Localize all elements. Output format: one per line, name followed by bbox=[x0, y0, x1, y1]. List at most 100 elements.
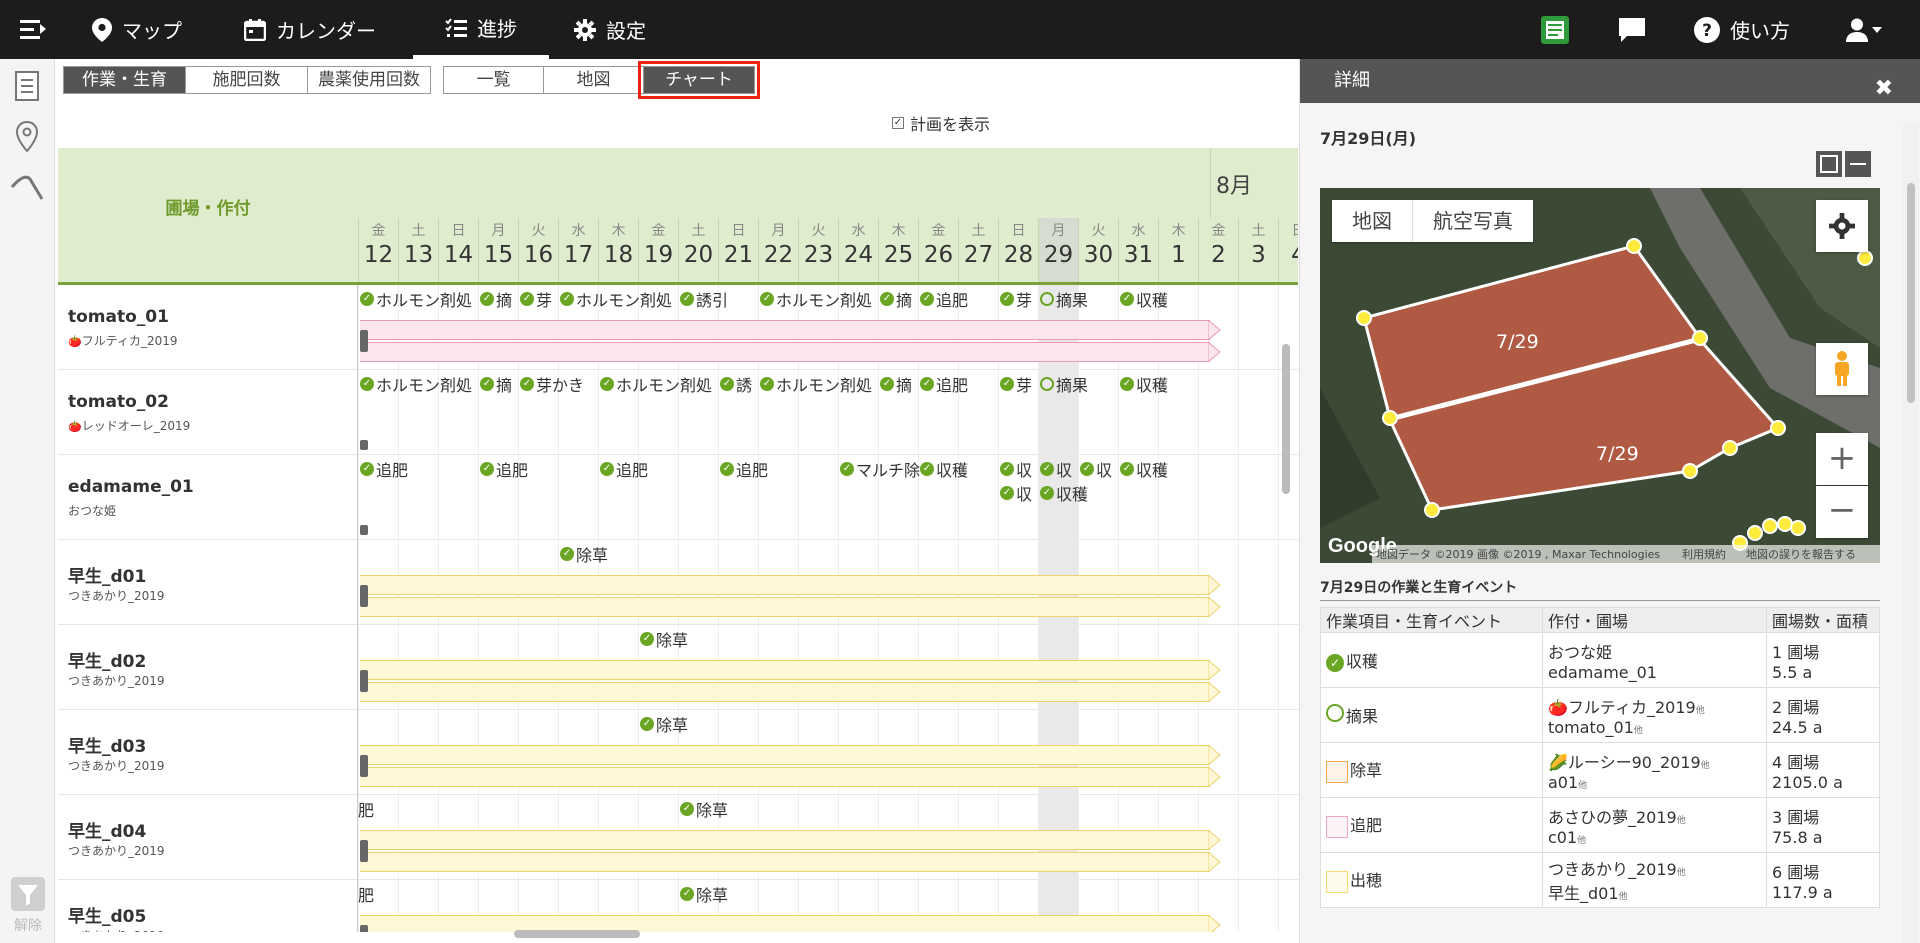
plan-bar[interactable] bbox=[360, 767, 1210, 787]
date-column-header[interactable]: 金 19 bbox=[638, 218, 678, 282]
chart-vertical-scrollbar[interactable] bbox=[1282, 344, 1290, 494]
drag-handle[interactable] bbox=[360, 440, 368, 450]
event-item[interactable]: ✓ 収穫 bbox=[1120, 459, 1240, 479]
event-item[interactable]: ✓ ホルモン剤処 bbox=[560, 289, 680, 309]
event-item[interactable]: 摘果 bbox=[1040, 374, 1120, 394]
event-item[interactable]: ✓ 芽かき bbox=[520, 374, 600, 394]
event-item[interactable]: ✓ 除草 bbox=[640, 629, 760, 649]
date-column-header[interactable]: 水 17 bbox=[558, 218, 598, 282]
map-report-link[interactable]: 地図の誤りを報告する bbox=[1746, 547, 1856, 561]
date-column-header[interactable]: 日 14 bbox=[438, 218, 478, 282]
event-item[interactable]: ✓ 除草 bbox=[560, 544, 680, 564]
location-pin-icon[interactable] bbox=[15, 121, 39, 153]
event-item[interactable]: ✓ 除草 bbox=[680, 884, 800, 904]
chart-horizontal-scrollbar[interactable] bbox=[514, 930, 640, 938]
event-item[interactable]: ✓ ホルモン剤処 bbox=[760, 374, 880, 394]
date-column-header[interactable]: 土 20 bbox=[678, 218, 718, 282]
event-item[interactable]: ✓ 除草 bbox=[680, 799, 800, 819]
tab-work-growth[interactable]: 作業・生育 bbox=[64, 67, 186, 93]
event-item[interactable]: ✓ 追肥 bbox=[920, 374, 1000, 394]
event-item[interactable]: ✓ 芽 bbox=[520, 289, 560, 309]
event-item[interactable]: ✓ 誘 bbox=[720, 374, 760, 394]
field-cell[interactable]: tomato_01 🍅フルティカ_2019 bbox=[58, 285, 358, 370]
nav-progress[interactable]: 進捗 bbox=[413, 0, 549, 59]
list-view-icon[interactable] bbox=[15, 71, 39, 101]
plan-bar[interactable] bbox=[360, 852, 1210, 872]
drag-handle[interactable] bbox=[360, 670, 368, 692]
event-item[interactable]: ✓ 追肥 bbox=[360, 459, 480, 479]
date-column-header[interactable]: 木 25 bbox=[878, 218, 918, 282]
event-item[interactable]: ✓ 収穫 bbox=[1040, 483, 1160, 503]
map-terms-link[interactable]: 利用規約 bbox=[1682, 547, 1726, 561]
event-row[interactable]: ✓ 収穫 おつな姫 edamame_01 1 圃場 5.5 a bbox=[1320, 632, 1880, 688]
field-cell[interactable]: 早生_d04 つきあかり_2019 bbox=[58, 795, 358, 880]
event-item[interactable]: 肥 bbox=[358, 884, 378, 904]
field-cell[interactable]: 早生_d01 つきあかり_2019 bbox=[58, 540, 358, 625]
date-column-header[interactable]: 木1 bbox=[1158, 218, 1198, 282]
event-item[interactable]: ✓ 摘 bbox=[480, 374, 520, 394]
date-column-header[interactable]: 土3 bbox=[1238, 218, 1278, 282]
date-column-header[interactable]: 水 31 bbox=[1118, 218, 1158, 282]
event-item[interactable]: ✓ 摘 bbox=[880, 289, 920, 309]
field-cell[interactable]: 早生_d02 つきあかり_2019 bbox=[58, 625, 358, 710]
event-item[interactable]: ✓ 収 bbox=[1000, 483, 1040, 503]
plan-bar[interactable] bbox=[360, 660, 1210, 680]
event-item[interactable]: ✓ 除草 bbox=[640, 714, 760, 734]
date-column-header[interactable]: 金 12 bbox=[358, 218, 398, 282]
date-column-header[interactable]: 月 29 bbox=[1038, 218, 1078, 282]
field-cell[interactable]: 早生_d03 つきあかり_2019 bbox=[58, 710, 358, 795]
drag-handle[interactable] bbox=[360, 840, 368, 862]
zoom-in-button[interactable]: + bbox=[1816, 433, 1868, 485]
event-item[interactable]: ✓ 追肥 bbox=[600, 459, 720, 479]
map-type-map[interactable]: 地図 bbox=[1332, 200, 1413, 242]
tab-fertilizer-count[interactable]: 施肥回数 bbox=[186, 67, 308, 93]
plan-bar[interactable] bbox=[360, 575, 1210, 595]
plan-bar[interactable] bbox=[360, 830, 1210, 850]
drag-handle[interactable] bbox=[360, 330, 368, 352]
drag-handle[interactable] bbox=[360, 525, 368, 535]
event-item[interactable]: ✓ 収 bbox=[1040, 459, 1080, 479]
event-item[interactable]: ✓ 追肥 bbox=[480, 459, 600, 479]
event-item[interactable]: ✓ ホルモン剤処 bbox=[760, 289, 880, 309]
event-item[interactable]: ✓ マルチ除 bbox=[840, 459, 920, 479]
map-type-aerial[interactable]: 航空写真 bbox=[1413, 200, 1533, 242]
date-column-header[interactable]: 日4 bbox=[1278, 218, 1298, 282]
date-column-header[interactable]: 金 26 bbox=[918, 218, 958, 282]
tab-map[interactable]: 地図 bbox=[544, 67, 644, 93]
menu-toggle-icon[interactable] bbox=[20, 17, 48, 41]
field-map[interactable]: 7/29 7/29 道路 Google 地図データ ©2019 画像 ©2019… bbox=[1320, 188, 1880, 563]
event-item[interactable]: ✓ 追肥 bbox=[720, 459, 840, 479]
event-item[interactable]: ✓ 誘引 bbox=[680, 289, 760, 309]
event-item[interactable]: ✓ 収 bbox=[1000, 459, 1040, 479]
show-plan-checkbox[interactable]: ✓ 計画を表示 bbox=[892, 111, 990, 135]
tab-list[interactable]: 一覧 bbox=[444, 67, 544, 93]
panel-scrollbar[interactable] bbox=[1903, 123, 1919, 943]
date-column-header[interactable]: 土 13 bbox=[398, 218, 438, 282]
street-view-button[interactable] bbox=[1816, 343, 1868, 395]
event-row[interactable]: 追肥 あさひの夢_2019他 c01他 3 圃場 75.8 a bbox=[1320, 797, 1880, 853]
plan-bar[interactable] bbox=[360, 682, 1210, 702]
field-cell[interactable]: tomato_02 🍅レッドオーレ_2019 bbox=[58, 370, 358, 455]
user-menu[interactable] bbox=[1846, 0, 1882, 59]
date-column-header[interactable]: 金2 bbox=[1198, 218, 1238, 282]
event-item[interactable]: ✓ 芽 bbox=[1000, 289, 1040, 309]
messages-button[interactable] bbox=[1619, 0, 1645, 59]
event-item[interactable]: ✓ 収穫 bbox=[1120, 289, 1240, 309]
event-item[interactable]: ✓ ホルモン剤処 bbox=[600, 374, 720, 394]
drag-handle[interactable] bbox=[360, 755, 368, 777]
date-column-header[interactable]: 日 28 bbox=[998, 218, 1038, 282]
event-item[interactable]: ✓ 追肥 bbox=[920, 289, 1000, 309]
event-row[interactable]: 摘果 🍅フルティカ_2019他 tomato_01他 2 圃場 24.5 a bbox=[1320, 687, 1880, 743]
close-icon[interactable]: ✖ bbox=[1875, 67, 1893, 111]
help-link[interactable]: ? 使い方 bbox=[1694, 0, 1790, 59]
nav-calendar[interactable]: カレンダー bbox=[244, 0, 376, 59]
nav-map[interactable]: マップ bbox=[92, 0, 182, 59]
map-settings-button[interactable] bbox=[1816, 200, 1868, 252]
date-column-header[interactable]: 土 27 bbox=[958, 218, 998, 282]
zoom-out-button[interactable]: − bbox=[1816, 486, 1868, 538]
event-item[interactable]: ✓ 収穫 bbox=[1120, 374, 1240, 394]
nav-settings[interactable]: 設定 bbox=[574, 0, 646, 59]
event-item[interactable]: ✓ 摘 bbox=[480, 289, 520, 309]
date-column-header[interactable]: 月 22 bbox=[758, 218, 798, 282]
date-column-header[interactable]: 日 21 bbox=[718, 218, 758, 282]
